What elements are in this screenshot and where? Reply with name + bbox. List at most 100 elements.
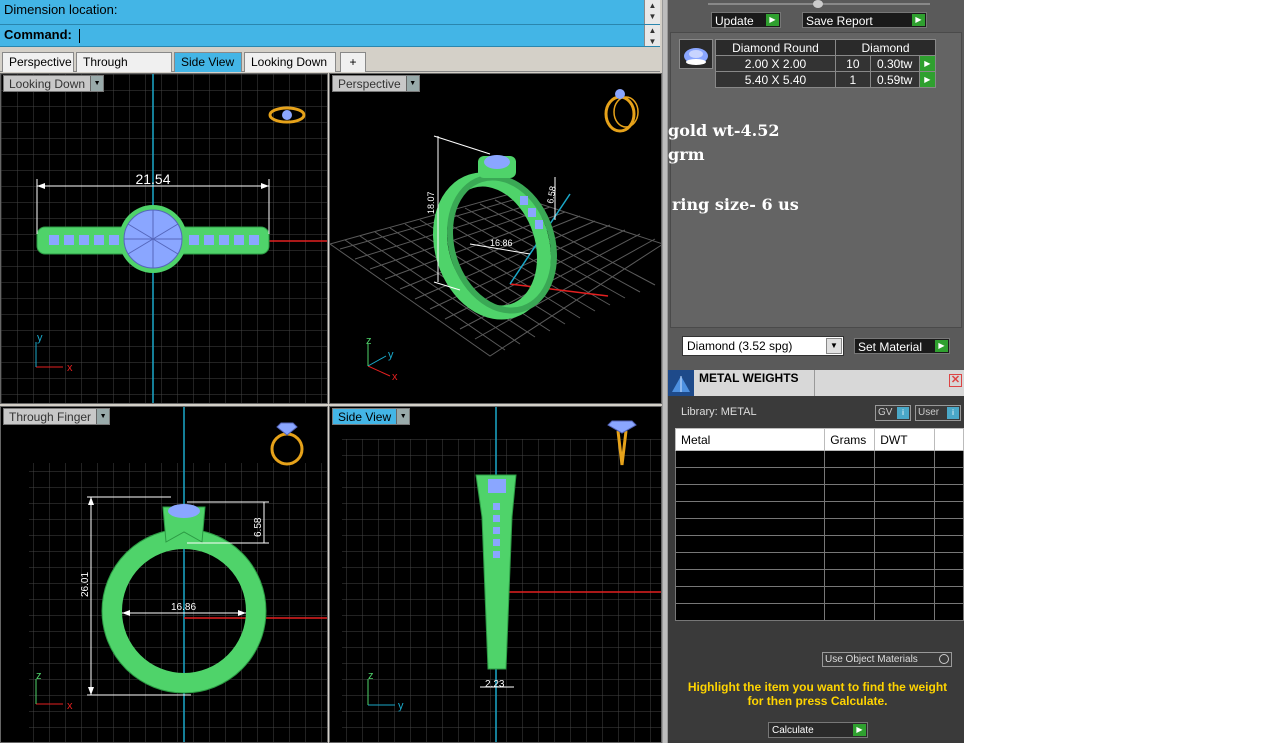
viewport-looking-down[interactable]: Looking Down ▼ 21.54 x y — [0, 73, 328, 404]
command-cursor — [78, 28, 80, 43]
svg-text:z: z — [368, 670, 374, 682]
svg-text:x: x — [67, 362, 73, 374]
table-row[interactable]: 2.00 X 2.00 10 0.30tw ▶ — [715, 55, 937, 72]
rhino-application: Dimension location: ▲ ▼ Command: ▲ ▼ Persp… — [0, 0, 964, 743]
metal-weights-header: METAL WEIGHTS ✕ — [668, 370, 964, 396]
diamond-table: Diamond Round Diamond 2.00 X 2.00 10 0.3… — [715, 39, 937, 88]
perspective-canvas: 18.07 6.58 16.86 x y z — [330, 89, 661, 383]
tab-perspective[interactable]: Perspective — [2, 52, 74, 72]
use-object-materials-toggle[interactable]: Use Object Materials — [822, 652, 952, 667]
dimension-top: 6.58 — [253, 517, 264, 537]
table-row[interactable] — [674, 569, 964, 587]
viewport-tab-bar: Perspective Through Finger Side View Loo… — [0, 50, 660, 87]
material-select[interactable]: Diamond (3.52 spg) ▼ — [682, 336, 844, 356]
table-row[interactable] — [674, 586, 964, 604]
viewport-label-through-finger[interactable]: Through Finger ▼ — [3, 408, 111, 425]
ring-size-note: ring size- 6 us — [672, 195, 799, 214]
svg-text:y: y — [388, 349, 394, 361]
svg-text:x: x — [392, 371, 398, 383]
viewport-label-perspective[interactable]: Perspective ▼ — [332, 75, 420, 92]
row-play-icon[interactable]: ▶ — [918, 71, 937, 88]
table-row[interactable] — [674, 535, 964, 553]
tab-looking-down[interactable]: Looking Down — [244, 52, 336, 72]
add-tab-icon[interactable]: + — [340, 52, 366, 72]
side-view-canvas: 2.23 y z — [342, 407, 661, 742]
looking-down-canvas: 21.54 x y — [1, 74, 327, 403]
calculate-hint: Highlight the item you want to find the … — [687, 680, 948, 708]
dimension-height: 26.01 — [80, 572, 91, 597]
table-row[interactable] — [674, 450, 964, 468]
viewport-through-finger[interactable]: Through Finger ▼ 26.01 16.86 6.58 x z — [0, 406, 328, 743]
info-icon: i — [897, 407, 909, 419]
table-row[interactable]: 5.40 X 5.40 1 0.59tw ▶ — [715, 71, 937, 88]
svg-text:y: y — [398, 700, 404, 712]
axis-indicator: x y z — [366, 335, 398, 383]
dimension-height: 18.07 — [426, 191, 436, 214]
row-play-icon[interactable]: ▶ — [918, 55, 937, 72]
play-icon: ▶ — [853, 724, 866, 736]
table-row[interactable] — [674, 518, 964, 536]
ring-thumbnail-icon — [270, 422, 304, 466]
through-finger-canvas: 26.01 16.86 6.58 x z — [29, 407, 327, 742]
command-scrollbar[interactable]: ▲ ▼ — [644, 25, 660, 46]
table-row[interactable] — [674, 552, 964, 570]
gold-weight-unit: grm — [668, 145, 705, 164]
viewport-perspective[interactable]: Perspective ▼ 18.07 6.58 16.86 x y z — [329, 73, 662, 404]
dimension-top: 6.58 — [545, 185, 558, 204]
dimension-width: 21.54 — [135, 171, 170, 187]
play-icon: ▶ — [912, 14, 925, 26]
diamond-report-panel: Diamond Round Diamond 2.00 X 2.00 10 0.3… — [670, 32, 962, 328]
chevron-down-icon[interactable]: ▼ — [96, 409, 110, 424]
table-row[interactable] — [674, 467, 964, 485]
save-report-button[interactable]: Save Report ▶ — [802, 12, 927, 28]
dimension-location-line: Dimension location: ▲ ▼ — [0, 0, 660, 25]
command-label: Command: — [4, 27, 72, 42]
viewport-side-view[interactable]: Side View ▼ 2.23 y z — [329, 406, 662, 743]
col-dwt: DWT — [874, 428, 936, 451]
svg-text:z: z — [36, 670, 42, 682]
close-icon[interactable]: ✕ — [949, 374, 962, 387]
col-diamond-round: Diamond Round — [715, 39, 836, 56]
dimension-width: 2.23 — [485, 679, 505, 690]
play-icon: ▶ — [766, 14, 779, 26]
viewport-label-looking-down[interactable]: Looking Down ▼ — [3, 75, 105, 92]
chevron-down-icon[interactable]: ▼ — [405, 76, 419, 91]
library-label: Library: METAL — [681, 406, 757, 418]
col-diamond: Diamond — [835, 39, 936, 56]
gold-weight-note: gold wt-4.52 — [668, 121, 780, 140]
dimension-location-label: Dimension location: — [4, 2, 118, 17]
update-button[interactable]: Update ▶ — [711, 12, 781, 28]
metal-weights-title: METAL WEIGHTS — [699, 371, 799, 385]
dimension-inner: 16.86 — [490, 238, 513, 248]
info-icon: i — [947, 407, 959, 419]
svg-text:z: z — [366, 335, 372, 347]
gv-toggle[interactable]: GV i — [875, 405, 911, 421]
top-slider-handle[interactable] — [813, 0, 823, 8]
tab-side-view[interactable]: Side View — [174, 52, 242, 72]
diamond-gem-icon — [679, 39, 713, 69]
user-toggle[interactable]: User i — [915, 405, 961, 421]
table-row[interactable] — [674, 484, 964, 502]
chevron-down-icon[interactable]: ▼ — [396, 409, 410, 424]
right-panel: Update ▶ Save Report ▶ Diamond Round Diamo… — [668, 0, 964, 743]
metal-weights-body: Library: METAL GV i User i Metal Grams DWT — [668, 396, 964, 743]
table-row[interactable] — [674, 501, 964, 519]
chevron-down-icon[interactable]: ▼ — [826, 338, 842, 354]
command-line[interactable]: Command: ▲ ▼ — [0, 25, 660, 47]
metal-weights-logo-icon — [668, 370, 694, 396]
play-icon: ▶ — [935, 340, 948, 352]
calculate-button[interactable]: Calculate ▶ — [768, 722, 868, 738]
col-metal: Metal — [674, 428, 826, 451]
metal-weights-table: Metal Grams DWT — [674, 428, 964, 621]
chevron-down-icon[interactable]: ▼ — [90, 76, 104, 91]
set-material-button[interactable]: Set Material ▶ — [854, 338, 950, 354]
svg-text:x: x — [67, 700, 73, 712]
svg-text:y: y — [37, 332, 43, 344]
radio-icon — [939, 654, 949, 664]
col-grams: Grams — [824, 428, 876, 451]
table-row[interactable] — [674, 603, 964, 621]
dimension-inner: 16.86 — [171, 602, 196, 613]
tab-through-finger[interactable]: Through Finger — [76, 52, 172, 87]
viewport-label-side-view[interactable]: Side View ▼ — [332, 408, 411, 425]
history-scrollbar[interactable]: ▲ ▼ — [644, 0, 660, 24]
